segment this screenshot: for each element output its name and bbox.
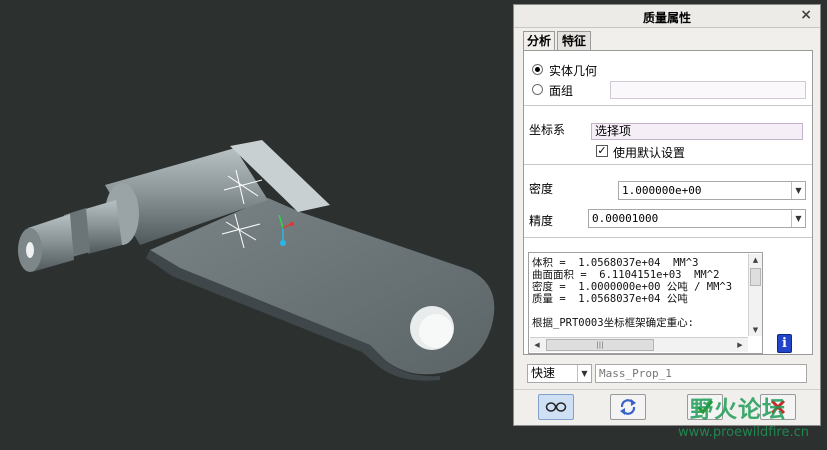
accuracy-input[interactable]: 0.00001000 [588,209,806,228]
density-label: 密度 [529,182,554,196]
repeat-button[interactable] [610,394,646,420]
solid-geometry-radio[interactable] [532,64,543,75]
accuracy-dropdown-icon[interactable]: ▼ [791,210,805,227]
preview-button[interactable] [538,394,574,420]
divider [524,105,812,106]
close-icon[interactable]: × [800,7,812,23]
quilt-radio[interactable] [532,84,543,95]
result-mass: 质量 = 1.0568037e+04 公吨 [532,293,688,305]
use-default-label: 使用默认设置 [613,146,686,160]
analysis-panel: 实体几何 面组 坐标系 选择项 ✓ 使用默认设置 密度 1.000000e+00… [523,50,813,355]
mass-properties-dialog: 质量属性 × 分析 特征 实体几何 面组 坐标系 选择项 ✓ 使用默认设置 密度… [513,4,821,426]
horizontal-scroll-thumb[interactable]: ||| [546,339,654,351]
results-vertical-scrollbar[interactable]: ▲ ▼ [748,254,762,336]
mount-hole-inner [419,314,453,348]
watermark-url: www.proewildfire.cn [678,425,809,440]
shaft-end-hole [26,242,34,258]
result-center-of-gravity: 根据_PRT0003坐标框架确定重心: [532,317,694,329]
tab-feature[interactable]: 特征 [557,31,591,50]
density-dropdown-icon[interactable]: ▼ [791,182,805,199]
glasses-icon [545,402,567,412]
watermark-logo: 野火论坛 [690,397,786,423]
repeat-icon [620,399,636,415]
coordinate-system-label: 坐标系 [529,123,566,137]
results-textbox[interactable]: 体积 = 1.0568037e+04 MM^3 曲面面积 = 6.1104151… [528,252,763,354]
divider [524,164,812,165]
coordinate-system-select[interactable]: 选择项 [591,123,803,140]
dialog-title: 质量属性 [642,11,691,25]
solid-geometry-label: 实体几何 [549,64,598,78]
density-input[interactable]: 1.000000e+00 [618,181,806,200]
info-icon[interactable]: i [777,334,792,353]
vertical-scroll-thumb[interactable] [750,268,761,286]
divider [524,237,812,238]
results-horizontal-scrollbar[interactable]: ◀ ||| ▶ [530,337,748,352]
use-default-checkbox[interactable]: ✓ [596,145,608,157]
scroll-down-icon[interactable]: ▼ [749,324,762,336]
analysis-name-input[interactable] [595,364,807,383]
scroll-left-icon[interactable]: ◀ [531,339,543,351]
scroll-up-icon[interactable]: ▲ [749,254,762,266]
dialog-titlebar[interactable]: 质量属性 × [514,5,820,28]
model-viewport[interactable] [0,0,512,450]
quilt-select-field[interactable] [610,81,806,99]
quilt-label: 面组 [549,84,574,98]
scroll-right-icon[interactable]: ▶ [734,339,746,351]
accuracy-label: 精度 [529,214,554,228]
tab-analysis[interactable]: 分析 [523,31,555,51]
mode-dropdown-icon[interactable]: ▼ [577,365,591,382]
